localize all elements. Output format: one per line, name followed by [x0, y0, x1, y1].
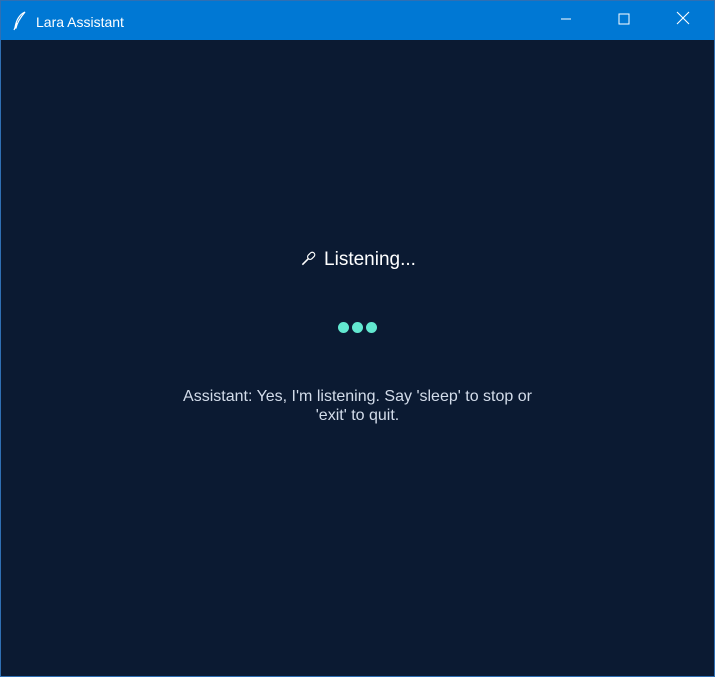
- close-icon: [676, 11, 690, 30]
- window-title: Lara Assistant: [36, 14, 124, 30]
- title-bar[interactable]: Lara Assistant: [1, 1, 714, 40]
- feather-icon: [11, 11, 29, 31]
- activity-dot: [338, 322, 349, 333]
- activity-dot: [366, 322, 377, 333]
- maximize-button[interactable]: [595, 1, 653, 40]
- listening-status: Listening...: [1, 247, 714, 273]
- activity-indicator: [338, 322, 378, 334]
- minimize-button[interactable]: [537, 1, 595, 40]
- microphone-icon: [299, 250, 317, 268]
- app-window: Lara Assistant Listening... Assistant: Y…: [0, 0, 715, 677]
- activity-dot: [352, 322, 363, 333]
- close-button[interactable]: [654, 1, 712, 40]
- status-text: Listening...: [324, 249, 416, 270]
- main-panel: Listening... Assistant: Yes, I'm listeni…: [1, 40, 714, 676]
- maximize-icon: [618, 12, 630, 30]
- assistant-message: Assistant: Yes, I'm listening. Say 'slee…: [183, 388, 532, 424]
- minimize-icon: [560, 12, 572, 30]
